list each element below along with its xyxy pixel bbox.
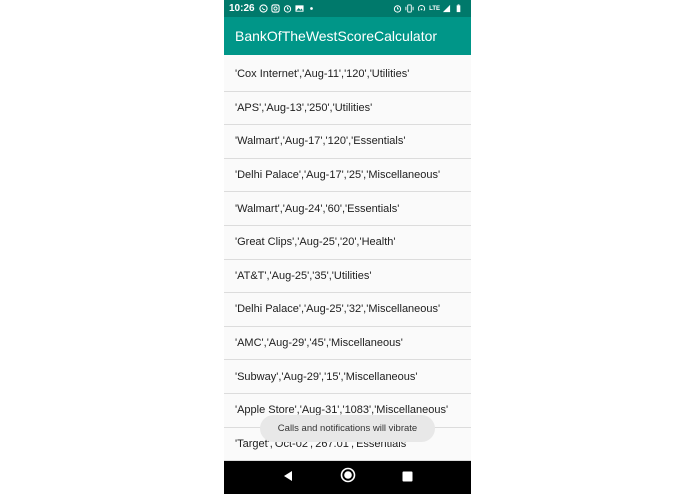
recents-button[interactable] <box>378 461 438 494</box>
instagram-icon <box>270 4 280 13</box>
home-button[interactable] <box>318 461 378 494</box>
dot-icon <box>307 4 316 13</box>
alarm-icon <box>283 4 292 13</box>
list-item[interactable]: 'Delhi Palace','Aug-25','32','Miscellane… <box>224 293 471 327</box>
transaction-list[interactable]: 'Cox Internet','Aug-11','120','Utilities… <box>224 58 471 462</box>
back-icon <box>282 469 294 487</box>
battery-icon <box>454 4 463 13</box>
list-item-label: 'AT&T','Aug-25','35','Utilities' <box>235 269 372 282</box>
list-item-label: 'Walmart','Aug-24','60','Essentials' <box>235 202 400 215</box>
list-item[interactable]: 'AT&T','Aug-25','35','Utilities' <box>224 260 471 294</box>
home-icon <box>340 467 356 488</box>
list-item[interactable]: 'Subway','Aug-29','15','Miscellaneous' <box>224 360 471 394</box>
list-item[interactable]: 'Delhi Palace','Aug-17','25','Miscellane… <box>224 159 471 193</box>
navigation-bar <box>224 461 471 494</box>
list-item-label: 'AMC','Aug-29','45','Miscellaneous' <box>235 337 403 350</box>
whatsapp-icon <box>258 4 268 13</box>
back-button[interactable] <box>258 461 318 494</box>
phone-screen: 10:26 LTE BankOfTheWestScoreCalculator '… <box>224 0 471 494</box>
recents-icon <box>402 469 413 487</box>
status-right-icons: LTE <box>393 4 466 13</box>
list-item[interactable]: 'Cox Internet','Aug-11','120','Utilities… <box>224 58 471 92</box>
list-item-label: 'Delhi Palace','Aug-17','25','Miscellane… <box>235 169 441 182</box>
status-time: 10:26 <box>229 3 255 14</box>
alarm-icon <box>393 4 402 13</box>
list-item[interactable]: 'Great Clips','Aug-25','20','Health' <box>224 226 471 260</box>
list-item[interactable]: 'AMC','Aug-29','45','Miscellaneous' <box>224 327 471 361</box>
lte-label: LTE <box>429 5 440 12</box>
list-item[interactable]: 'APS','Aug-13','250','Utilities' <box>224 92 471 126</box>
list-item[interactable]: 'Walmart','Aug-24','60','Essentials' <box>224 192 471 226</box>
list-item-label: 'Great Clips','Aug-25','20','Health' <box>235 236 396 249</box>
app-bar: BankOfTheWestScoreCalculator <box>224 17 471 55</box>
toast-text: Calls and notifications will vibrate <box>277 423 418 434</box>
toast-message: Calls and notifications will vibrate <box>260 415 435 442</box>
hotspot-icon <box>417 4 426 13</box>
signal-icon <box>442 4 451 13</box>
list-item-label: 'APS','Aug-13','250','Utilities' <box>235 101 373 114</box>
list-item-label: 'Cox Internet','Aug-11','120','Utilities… <box>235 68 410 81</box>
status-bar: 10:26 LTE <box>224 0 471 17</box>
app-title: BankOfTheWestScoreCalculator <box>235 28 438 44</box>
gallery-icon <box>295 4 304 13</box>
list-item-label: 'Subway','Aug-29','15','Miscellaneous' <box>235 370 418 383</box>
list-item-label: 'Walmart','Aug-17','120','Essentials' <box>235 135 406 148</box>
vibrate-icon <box>405 4 414 13</box>
list-item[interactable]: 'Walmart','Aug-17','120','Essentials' <box>224 125 471 159</box>
list-item-label: 'Delhi Palace','Aug-25','32','Miscellane… <box>235 303 441 316</box>
